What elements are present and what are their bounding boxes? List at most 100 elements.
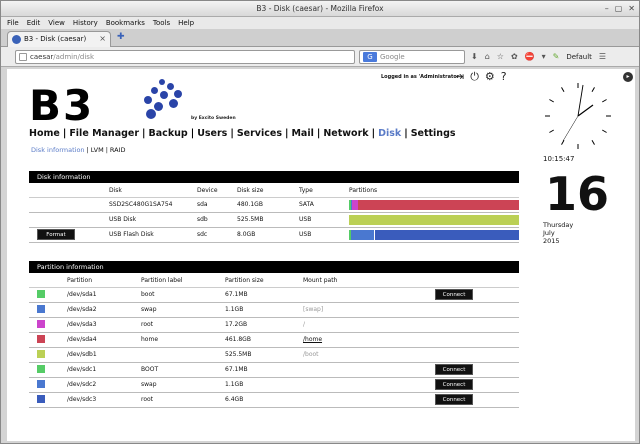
col-device: Device: [197, 184, 237, 198]
menu-edit[interactable]: Edit: [27, 17, 41, 29]
scroll-right-icon[interactable]: ▸: [623, 72, 633, 82]
bookmark-icon[interactable]: ☆: [497, 50, 504, 64]
calendar-month: July: [543, 229, 555, 237]
search-input[interactable]: G Google: [359, 50, 465, 64]
disk-name: USB Disk: [109, 212, 197, 228]
menu-file[interactable]: File: [7, 17, 19, 29]
partition-device: /dev/sda4: [67, 332, 141, 348]
b3-logo: B3: [29, 81, 95, 130]
partition-mount: [303, 362, 435, 378]
calendar-day: 16: [545, 167, 610, 221]
web-page: B3 by Excito Sweden Logged in as 'Admini…: [7, 69, 635, 441]
nav-home[interactable]: Home: [29, 128, 60, 139]
partition-bar: [349, 229, 519, 240]
default-profile-label[interactable]: Default: [566, 50, 592, 64]
disk-name: SSD2SC480G1SA754: [109, 197, 197, 213]
subnav-lvm[interactable]: LVM: [91, 146, 104, 154]
col-partition-size: Partition size: [225, 274, 303, 288]
clock-minute-hand: [577, 84, 584, 117]
calendar-year: 2015: [543, 237, 560, 245]
minimize-icon[interactable]: –: [605, 4, 609, 14]
new-tab-icon[interactable]: ✚: [117, 32, 125, 42]
subnav-disk-information[interactable]: Disk information: [31, 146, 85, 154]
partition-row: /dev/sda3 root 17.2GB /: [29, 317, 519, 333]
partition-size: 525.5MB: [225, 347, 303, 363]
partition-table: Partition Partition label Partition size…: [29, 274, 519, 408]
partition-row: /dev/sda2 swap 1.1GB [swap]: [29, 302, 519, 318]
partition-row: /dev/sdc3 root 6.4GB Connect: [29, 392, 519, 408]
close-icon[interactable]: ✕: [628, 4, 635, 14]
partition-mount: [303, 392, 435, 408]
power-icon[interactable]: ⏻: [470, 71, 479, 83]
disk-row: Format USB Flash Disk sdc 8.0GB USB: [29, 227, 519, 243]
rss-icon[interactable]: ✿: [511, 50, 518, 64]
browser-window: B3 - Disk (caesar) - Mozilla Firefox – ▢…: [0, 0, 640, 444]
logged-in-status: Logged in as 'Administrator': [381, 74, 461, 80]
partition-size: 1.1GB: [225, 302, 303, 318]
partition-label: BOOT: [141, 362, 225, 378]
menu-view[interactable]: View: [48, 17, 65, 29]
connect-button[interactable]: Connect: [435, 394, 473, 405]
menu-history[interactable]: History: [73, 17, 98, 29]
download-icon[interactable]: ⬇: [471, 50, 478, 64]
logout-icon[interactable]: ⇥: [455, 71, 464, 83]
partition-segment: [358, 199, 519, 210]
subnav-raid[interactable]: RAID: [110, 146, 126, 154]
partition-label: swap: [141, 377, 225, 393]
disk-row: USB Disk sdb 525.5MB USB: [29, 212, 519, 228]
nav-file-manager[interactable]: File Manager: [69, 128, 139, 139]
clock-tick: [601, 99, 607, 103]
partition-device: /dev/sdb1: [67, 347, 141, 363]
nav-services[interactable]: Services: [237, 128, 282, 139]
disk-type: SATA: [299, 197, 349, 213]
menu-bookmarks[interactable]: Bookmarks: [106, 17, 145, 29]
nav-network[interactable]: Network: [323, 128, 368, 139]
disk-info-header: Disk information: [29, 171, 519, 183]
help-icon[interactable]: ?: [501, 71, 507, 83]
settings-icon[interactable]: ⚙: [485, 71, 495, 83]
partition-mount: [303, 287, 435, 303]
partition-info-header: Partition information: [29, 261, 519, 273]
partition-mount: [303, 377, 435, 393]
partition-mount: [swap]: [303, 302, 435, 318]
addon-icon[interactable]: ✎: [553, 50, 560, 64]
nav-mail[interactable]: Mail: [291, 128, 313, 139]
home-icon[interactable]: ⌂: [485, 50, 490, 64]
disk-size: 525.5MB: [237, 212, 299, 228]
connect-button[interactable]: Connect: [435, 364, 473, 375]
col-type: Type: [299, 184, 349, 198]
connect-button[interactable]: Connect: [435, 379, 473, 390]
dropdown-icon[interactable]: ▾: [542, 50, 546, 64]
connect-button[interactable]: Connect: [435, 289, 473, 300]
url-host: caesar: [30, 53, 54, 61]
nav-settings[interactable]: Settings: [411, 128, 456, 139]
partition-segment: [349, 214, 519, 225]
partition-color-swatch: [37, 349, 45, 358]
logo-dots-icon: [141, 79, 191, 127]
tab-disk[interactable]: B3 - Disk (caesar) ×: [7, 31, 111, 47]
url-bar[interactable]: caesar/admin/disk: [15, 50, 355, 64]
tab-close-icon[interactable]: ×: [99, 32, 106, 46]
disk-table: Disk Device Disk size Type Partitions SS…: [29, 184, 519, 243]
maximize-icon[interactable]: ▢: [615, 4, 623, 14]
menu-help[interactable]: Help: [178, 17, 194, 29]
nav-disk[interactable]: Disk: [378, 128, 401, 139]
clock-tick: [601, 129, 607, 133]
nav-users[interactable]: Users: [197, 128, 227, 139]
page-icon: [19, 53, 27, 61]
partition-label: root: [141, 392, 225, 408]
partition-size: 461.8GB: [225, 332, 303, 348]
google-icon[interactable]: G: [363, 52, 377, 62]
search-placeholder: Google: [380, 53, 405, 61]
format-button[interactable]: Format: [37, 229, 75, 240]
adblock-icon[interactable]: ⛔: [525, 50, 535, 64]
nav-backup[interactable]: Backup: [149, 128, 188, 139]
disk-name: USB Flash Disk: [109, 227, 197, 243]
disk-size: 8.0GB: [237, 227, 299, 243]
menu-icon[interactable]: ☰: [599, 50, 606, 64]
col-partition: Partition: [67, 274, 141, 288]
partition-label: root: [141, 317, 225, 333]
partition-row: /dev/sdb1 525.5MB/boot: [29, 347, 519, 363]
menu-tools[interactable]: Tools: [153, 17, 170, 29]
disk-type: USB: [299, 212, 349, 228]
